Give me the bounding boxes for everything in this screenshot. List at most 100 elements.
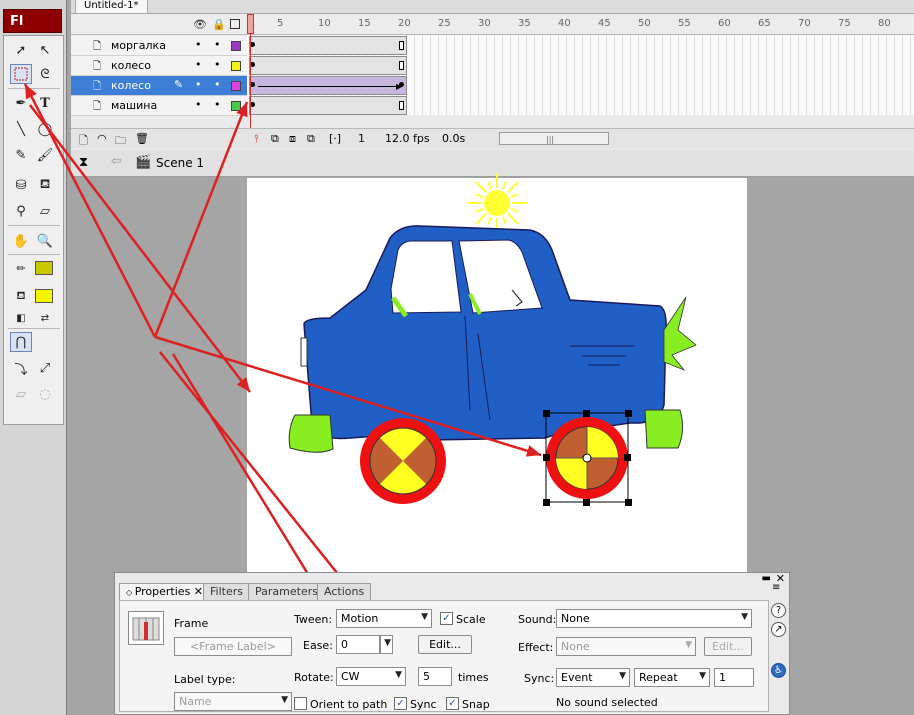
panel-options-icon[interactable]: ≡ <box>772 582 780 593</box>
layer-color-swatch[interactable] <box>231 61 241 71</box>
stroke-color-swatch[interactable] <box>35 261 53 275</box>
center-frame-icon[interactable]: ⫯ <box>254 132 259 146</box>
snap-checkbox[interactable]: ✓ <box>446 697 459 710</box>
repeat-count-input[interactable]: 1 <box>714 668 754 687</box>
toolbox-divider <box>8 254 60 255</box>
visibility-dot[interactable]: • <box>195 98 202 111</box>
subselection-tool-icon[interactable]: ↖ <box>34 40 56 60</box>
eye-icon[interactable]: 👁 <box>193 18 207 31</box>
visibility-dot[interactable]: • <box>195 58 202 71</box>
toolbox-divider <box>8 328 60 329</box>
free-transform-tool-icon[interactable] <box>10 64 32 84</box>
playhead[interactable] <box>247 14 254 142</box>
back-arrow-icon[interactable]: ⇦ <box>111 154 122 169</box>
layer-row[interactable]: 🗋 колесо • • <box>71 56 247 76</box>
zoom-tool-icon[interactable]: 🔍 <box>34 231 56 251</box>
lasso-tool-icon[interactable]: ᘓ <box>34 64 56 84</box>
accessibility-icon[interactable]: ♿ <box>771 663 786 678</box>
tools-panel: Fl ➚ ↖ ᘓ ✒ T ╲ ◯ ✎ 🖌 ⛁ ⛾ ⚲ ▱ ✋ 🔍 ✏ ⛾ ◧ ⇄… <box>0 0 67 715</box>
text-tool-icon[interactable]: T <box>34 93 56 113</box>
rear-wheel-shape[interactable] <box>360 418 446 504</box>
sync-checkbox[interactable]: ✓ <box>394 697 407 710</box>
layer-row[interactable]: 🗋 колесо ✎ • • <box>71 76 247 96</box>
layer-color-swatch[interactable] <box>231 81 241 91</box>
onion-outline-icon[interactable]: ⧈ <box>289 132 296 146</box>
lock-dot[interactable]: • <box>214 38 221 51</box>
pencil-tool-icon[interactable]: ✎ <box>10 145 32 165</box>
properties-tabs: ◇ Properties ✕ Filters Parameters Action… <box>115 581 789 601</box>
onion-skin-icon[interactable]: ⧉ <box>271 132 279 146</box>
visibility-dot[interactable]: • <box>195 78 202 91</box>
ink-bottle-tool-icon[interactable]: ⛁ <box>10 175 32 195</box>
lock-dot[interactable]: • <box>214 58 221 71</box>
sound-label: Sound: <box>518 613 557 626</box>
ease-slider-button[interactable]: ▼ <box>380 635 393 654</box>
rotate-times-input[interactable]: 5 <box>418 667 452 686</box>
ease-edit-button[interactable]: Edit... <box>418 635 472 654</box>
eyedropper-tool-icon[interactable]: ⚲ <box>10 201 32 221</box>
add-guide-icon[interactable]: ◠ <box>97 132 107 145</box>
layer-color-swatch[interactable] <box>231 101 241 111</box>
current-frame: 1 <box>358 132 365 145</box>
tween-span[interactable]: ▶ <box>249 76 407 95</box>
lock-dot[interactable]: • <box>214 98 221 111</box>
line-tool-icon[interactable]: ╲ <box>10 119 32 139</box>
visibility-dot[interactable]: • <box>195 38 202 51</box>
lock-icon[interactable]: 🔒 <box>212 18 226 31</box>
tab-filters[interactable]: Filters <box>203 583 250 600</box>
black-white-icon[interactable]: ◧ <box>10 308 32 328</box>
swap-colors-icon[interactable]: ⇄ <box>34 308 56 328</box>
ruler-tick: 55 <box>678 18 691 29</box>
sync-event-select[interactable]: Event ▼ <box>556 668 630 687</box>
tab-properties[interactable]: ◇ Properties ✕ <box>119 583 211 600</box>
ruler-tick: 35 <box>518 18 531 29</box>
edit-actions-icon[interactable]: ↗ <box>771 622 786 637</box>
ruler-tick: 60 <box>718 18 731 29</box>
selection-tool-icon[interactable]: ➚ <box>10 40 32 60</box>
orient-to-path-checkbox[interactable]: ✓ <box>294 697 307 710</box>
outline-icon[interactable] <box>230 19 240 29</box>
frame-span[interactable] <box>249 56 407 75</box>
effect-select[interactable]: None ▼ <box>556 637 696 656</box>
fill-color-swatch[interactable] <box>35 289 53 303</box>
frame-rate[interactable]: 12.0 fps <box>385 132 430 145</box>
scale-icon[interactable]: ⤢ <box>34 358 56 378</box>
ruler-tick: 15 <box>358 18 371 29</box>
pen-tool-icon[interactable]: ✒ <box>10 93 32 113</box>
tween-select[interactable]: Motion ▼ <box>336 609 432 628</box>
ease-input[interactable]: 0 <box>336 635 380 654</box>
snap-to-objects-icon[interactable]: ⋂ <box>10 332 32 352</box>
label-type-select[interactable]: Name ▼ <box>174 692 292 711</box>
tab-parameters[interactable]: Parameters <box>248 583 325 600</box>
help-icon[interactable]: ? <box>771 603 786 618</box>
paint-bucket-tool-icon[interactable]: ⛾ <box>34 175 56 195</box>
frame-span[interactable] <box>249 36 407 55</box>
tab-actions[interactable]: Actions <box>317 583 372 600</box>
layer-row[interactable]: 🗋 моргалка • • <box>71 36 247 56</box>
timeline-scrollbar[interactable]: ||| <box>499 132 609 145</box>
layer-color-swatch[interactable] <box>231 41 241 51</box>
layer-icon: 🗋 <box>93 41 102 52</box>
rotate-skew-icon[interactable]: ⤵ <box>10 358 32 378</box>
oval-tool-icon[interactable]: ◯ <box>34 119 56 139</box>
new-layer-icon[interactable]: 🗋 <box>79 132 88 151</box>
sync-repeat-select[interactable]: Repeat ▼ <box>634 668 710 687</box>
ruler-tick: 25 <box>438 18 451 29</box>
rotate-select[interactable]: CW ▼ <box>336 667 406 686</box>
frame-span[interactable] <box>249 96 407 115</box>
lock-dot[interactable]: • <box>214 78 221 91</box>
edit-multiple-icon[interactable]: ⧉ <box>307 132 315 146</box>
document-tab[interactable]: Untitled-1* <box>75 0 148 13</box>
effect-edit-button[interactable]: Edit... <box>704 637 752 656</box>
scale-checkbox[interactable]: ✓ <box>440 612 453 625</box>
eraser-tool-icon[interactable]: ▱ <box>34 201 56 221</box>
onion-markers-icon[interactable]: [·] <box>329 132 341 145</box>
layer-row[interactable]: 🗋 машина • • <box>71 96 247 116</box>
brush-tool-icon[interactable]: 🖌 <box>34 145 56 165</box>
sound-select[interactable]: None ▼ <box>556 609 752 628</box>
trash-icon[interactable]: 🗑 <box>135 132 149 145</box>
frame-label-input[interactable]: <Frame Label> <box>174 637 292 656</box>
timeline-toggle-icon[interactable]: ⧗ <box>79 155 88 170</box>
folder-icon[interactable]: 🗀 <box>115 132 126 151</box>
hand-tool-icon[interactable]: ✋ <box>10 231 32 251</box>
